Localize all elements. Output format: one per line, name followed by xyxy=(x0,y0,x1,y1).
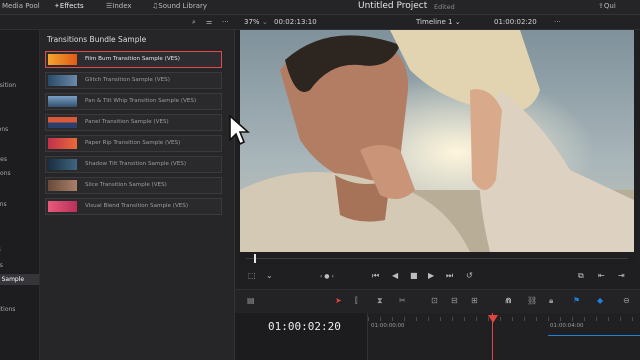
sidebar-item[interactable]: nsition xyxy=(0,82,16,89)
transition-item[interactable]: Slice Transition Sample (VES) xyxy=(45,177,222,194)
transition-thumbnail xyxy=(48,54,77,65)
sidebar-item[interactable]: ns xyxy=(0,262,3,269)
transition-label: Shadow Tilt Transition Sample (VES) xyxy=(85,161,187,167)
insert-icon[interactable]: ⊡ xyxy=(431,296,438,305)
play-reverse-icon[interactable]: ◀ xyxy=(392,271,398,280)
transition-thumbnail xyxy=(48,96,77,107)
overwrite-icon[interactable]: ⊟ xyxy=(451,296,458,305)
sidebar-item[interactable]: ions xyxy=(0,126,8,133)
prev-edit-icon[interactable]: ⇤ xyxy=(598,271,605,280)
zoom-icon[interactable]: ⊖ xyxy=(623,296,630,305)
magnet-icon[interactable]: ⋒ xyxy=(505,296,512,305)
scrub-playhead[interactable] xyxy=(254,254,256,263)
transition-thumbnail xyxy=(48,159,77,170)
media-pool-tab[interactable]: Media Pool xyxy=(2,2,40,10)
layout-icon[interactable]: ▤ xyxy=(247,296,255,305)
timeline-selector[interactable]: Timeline 1 ⌄ xyxy=(416,18,461,26)
link-icon[interactable]: ⛓ xyxy=(527,296,537,305)
viewer-options-chevron-icon[interactable]: ⌄ xyxy=(266,271,273,280)
index-tab[interactable]: ☰ Index xyxy=(106,2,132,10)
replace-icon[interactable]: ⊞ xyxy=(471,296,478,305)
transition-item[interactable]: Glitch Transition Sample (VES) xyxy=(45,72,222,89)
search-icon[interactable]: ⌕ xyxy=(192,18,196,27)
mouse-pointer-icon xyxy=(229,114,250,146)
source-timecode: 00:02:13:10 xyxy=(274,18,317,26)
top-menu-bar: Media Pool ✦ Effects ☰ Index ♫ Sound Lib… xyxy=(0,0,640,15)
zoom-level[interactable]: 37% xyxy=(244,18,260,26)
viewer-options-icon[interactable]: ··· xyxy=(554,18,561,26)
transition-item[interactable]: Paper Rip Transition Sample (VES) xyxy=(45,135,222,152)
transition-thumbnail xyxy=(48,138,77,149)
sidebar-item[interactable]: sitions xyxy=(0,306,15,313)
transition-thumbnail xyxy=(48,75,77,86)
playhead-handle[interactable] xyxy=(488,315,498,323)
ruler-label: 01:00:00:00 xyxy=(371,323,405,329)
zoom-chevron-icon[interactable]: ⌄ xyxy=(262,18,268,26)
project-title: Untitled Project xyxy=(358,1,428,11)
effects-category-sidebar: nsition ions ries tions ons ls ns e Samp… xyxy=(0,30,40,360)
timeline-timecode: 01:00:02:20 xyxy=(268,320,341,333)
jog-control[interactable]: ‹ ● › xyxy=(320,273,334,280)
transition-label: Paper Rip Transition Sample (VES) xyxy=(85,140,181,146)
marker-icon[interactable]: ◆ xyxy=(597,296,603,305)
video-viewer[interactable] xyxy=(240,30,634,252)
quick-export-button[interactable]: ⇪ Qui xyxy=(598,2,616,10)
transition-thumbnail xyxy=(48,201,77,212)
transition-label: Glitch Transition Sample (VES) xyxy=(85,77,170,83)
transition-item[interactable]: Visual Blend Transition Sample (VES) xyxy=(45,198,222,215)
timeline-timecode-panel: 01:00:02:20 xyxy=(235,313,367,360)
trim-icon[interactable]: ⫿ xyxy=(355,296,358,306)
effects-tab[interactable]: ✦ Effects xyxy=(54,2,84,10)
edited-label: Edited xyxy=(434,3,455,11)
transition-item[interactable]: Film Burn Transition Sample (VES) xyxy=(45,51,222,68)
transition-label: Slice Transition Sample (VES) xyxy=(85,182,167,188)
chevron-down-icon: ⌄ xyxy=(454,18,461,26)
match-frame-icon[interactable]: ⧉ xyxy=(578,271,584,281)
transition-label: Panel Transition Sample (VES) xyxy=(85,119,169,125)
skip-forward-icon[interactable]: ⏭ xyxy=(446,271,453,281)
transition-label: Film Burn Transition Sample (VES) xyxy=(85,56,180,62)
ruler-ticks xyxy=(368,317,640,321)
viewer-mode-icon[interactable]: ⬚ xyxy=(248,271,256,280)
dynamic-trim-icon[interactable]: ⧗ xyxy=(377,296,383,306)
skip-back-icon[interactable]: ⏮ xyxy=(372,271,379,281)
timeline-clip-marker xyxy=(548,335,640,336)
transition-item[interactable]: Panel Transition Sample (VES) xyxy=(45,114,222,131)
loop-icon[interactable]: ↺ xyxy=(466,271,473,280)
sidebar-item[interactable]: ons xyxy=(0,201,7,208)
transition-item[interactable]: Shadow Tilt Transition Sample (VES) xyxy=(45,156,222,173)
play-icon[interactable]: ▶ xyxy=(428,271,434,280)
panel-title: Transitions Bundle Sample xyxy=(47,35,147,44)
transport-controls: ⬚ ⌄ ‹ ● › ⏮ ◀ ■ ▶ ⏭ ↺ ⧉ ⇤ ⇥ xyxy=(240,265,634,289)
transition-label: Visual Blend Transition Sample (VES) xyxy=(85,203,189,209)
viewer-scrubber[interactable] xyxy=(240,253,634,265)
ruler-label: 01:00:04:00 xyxy=(550,323,584,329)
next-edit-icon[interactable]: ⇥ xyxy=(618,271,625,280)
razor-icon[interactable]: ✂ xyxy=(399,296,406,305)
transition-label: Pan & Tilt Whip Transition Sample (VES) xyxy=(85,98,197,104)
sliders-icon[interactable]: ⚌ xyxy=(206,18,212,26)
sound-library-tab[interactable]: ♫ Sound Library xyxy=(152,2,207,10)
sidebar-item[interactable]: tions xyxy=(0,170,11,177)
transition-item[interactable]: Pan & Tilt Whip Transition Sample (VES) xyxy=(45,93,222,110)
viewer-header-bar: ⌕ ⚌ ··· 37% ⌄ 00:02:13:10 Timeline 1 ⌄ 0… xyxy=(0,15,640,30)
sidebar-item[interactable]: ries xyxy=(0,156,7,163)
sidebar-item[interactable]: ls xyxy=(0,246,1,253)
transition-thumbnail xyxy=(48,180,77,191)
lock-icon[interactable]: 🔒︎ xyxy=(549,296,553,306)
flag-icon[interactable]: ⚑ xyxy=(573,296,580,305)
sidebar-item-selected[interactable]: e Sample xyxy=(0,274,39,285)
timeline-ruler[interactable]: 01:00:00:00 01:00:04:00 xyxy=(367,313,640,360)
record-timecode: 01:00:02:20 xyxy=(494,18,537,26)
more-icon[interactable]: ··· xyxy=(222,18,229,26)
video-frame xyxy=(240,30,634,252)
playhead-line[interactable] xyxy=(492,313,493,360)
stop-icon[interactable]: ■ xyxy=(410,271,418,280)
transition-thumbnail xyxy=(48,117,77,128)
pointer-icon[interactable]: ➤ xyxy=(335,296,342,305)
timeline-toolbar: ▤ ➤ ⫿ ⧗ ✂ ⊡ ⊟ ⊞ ⋒ ⛓ 🔒︎ ⚑ ◆ ⊖ xyxy=(235,289,640,313)
